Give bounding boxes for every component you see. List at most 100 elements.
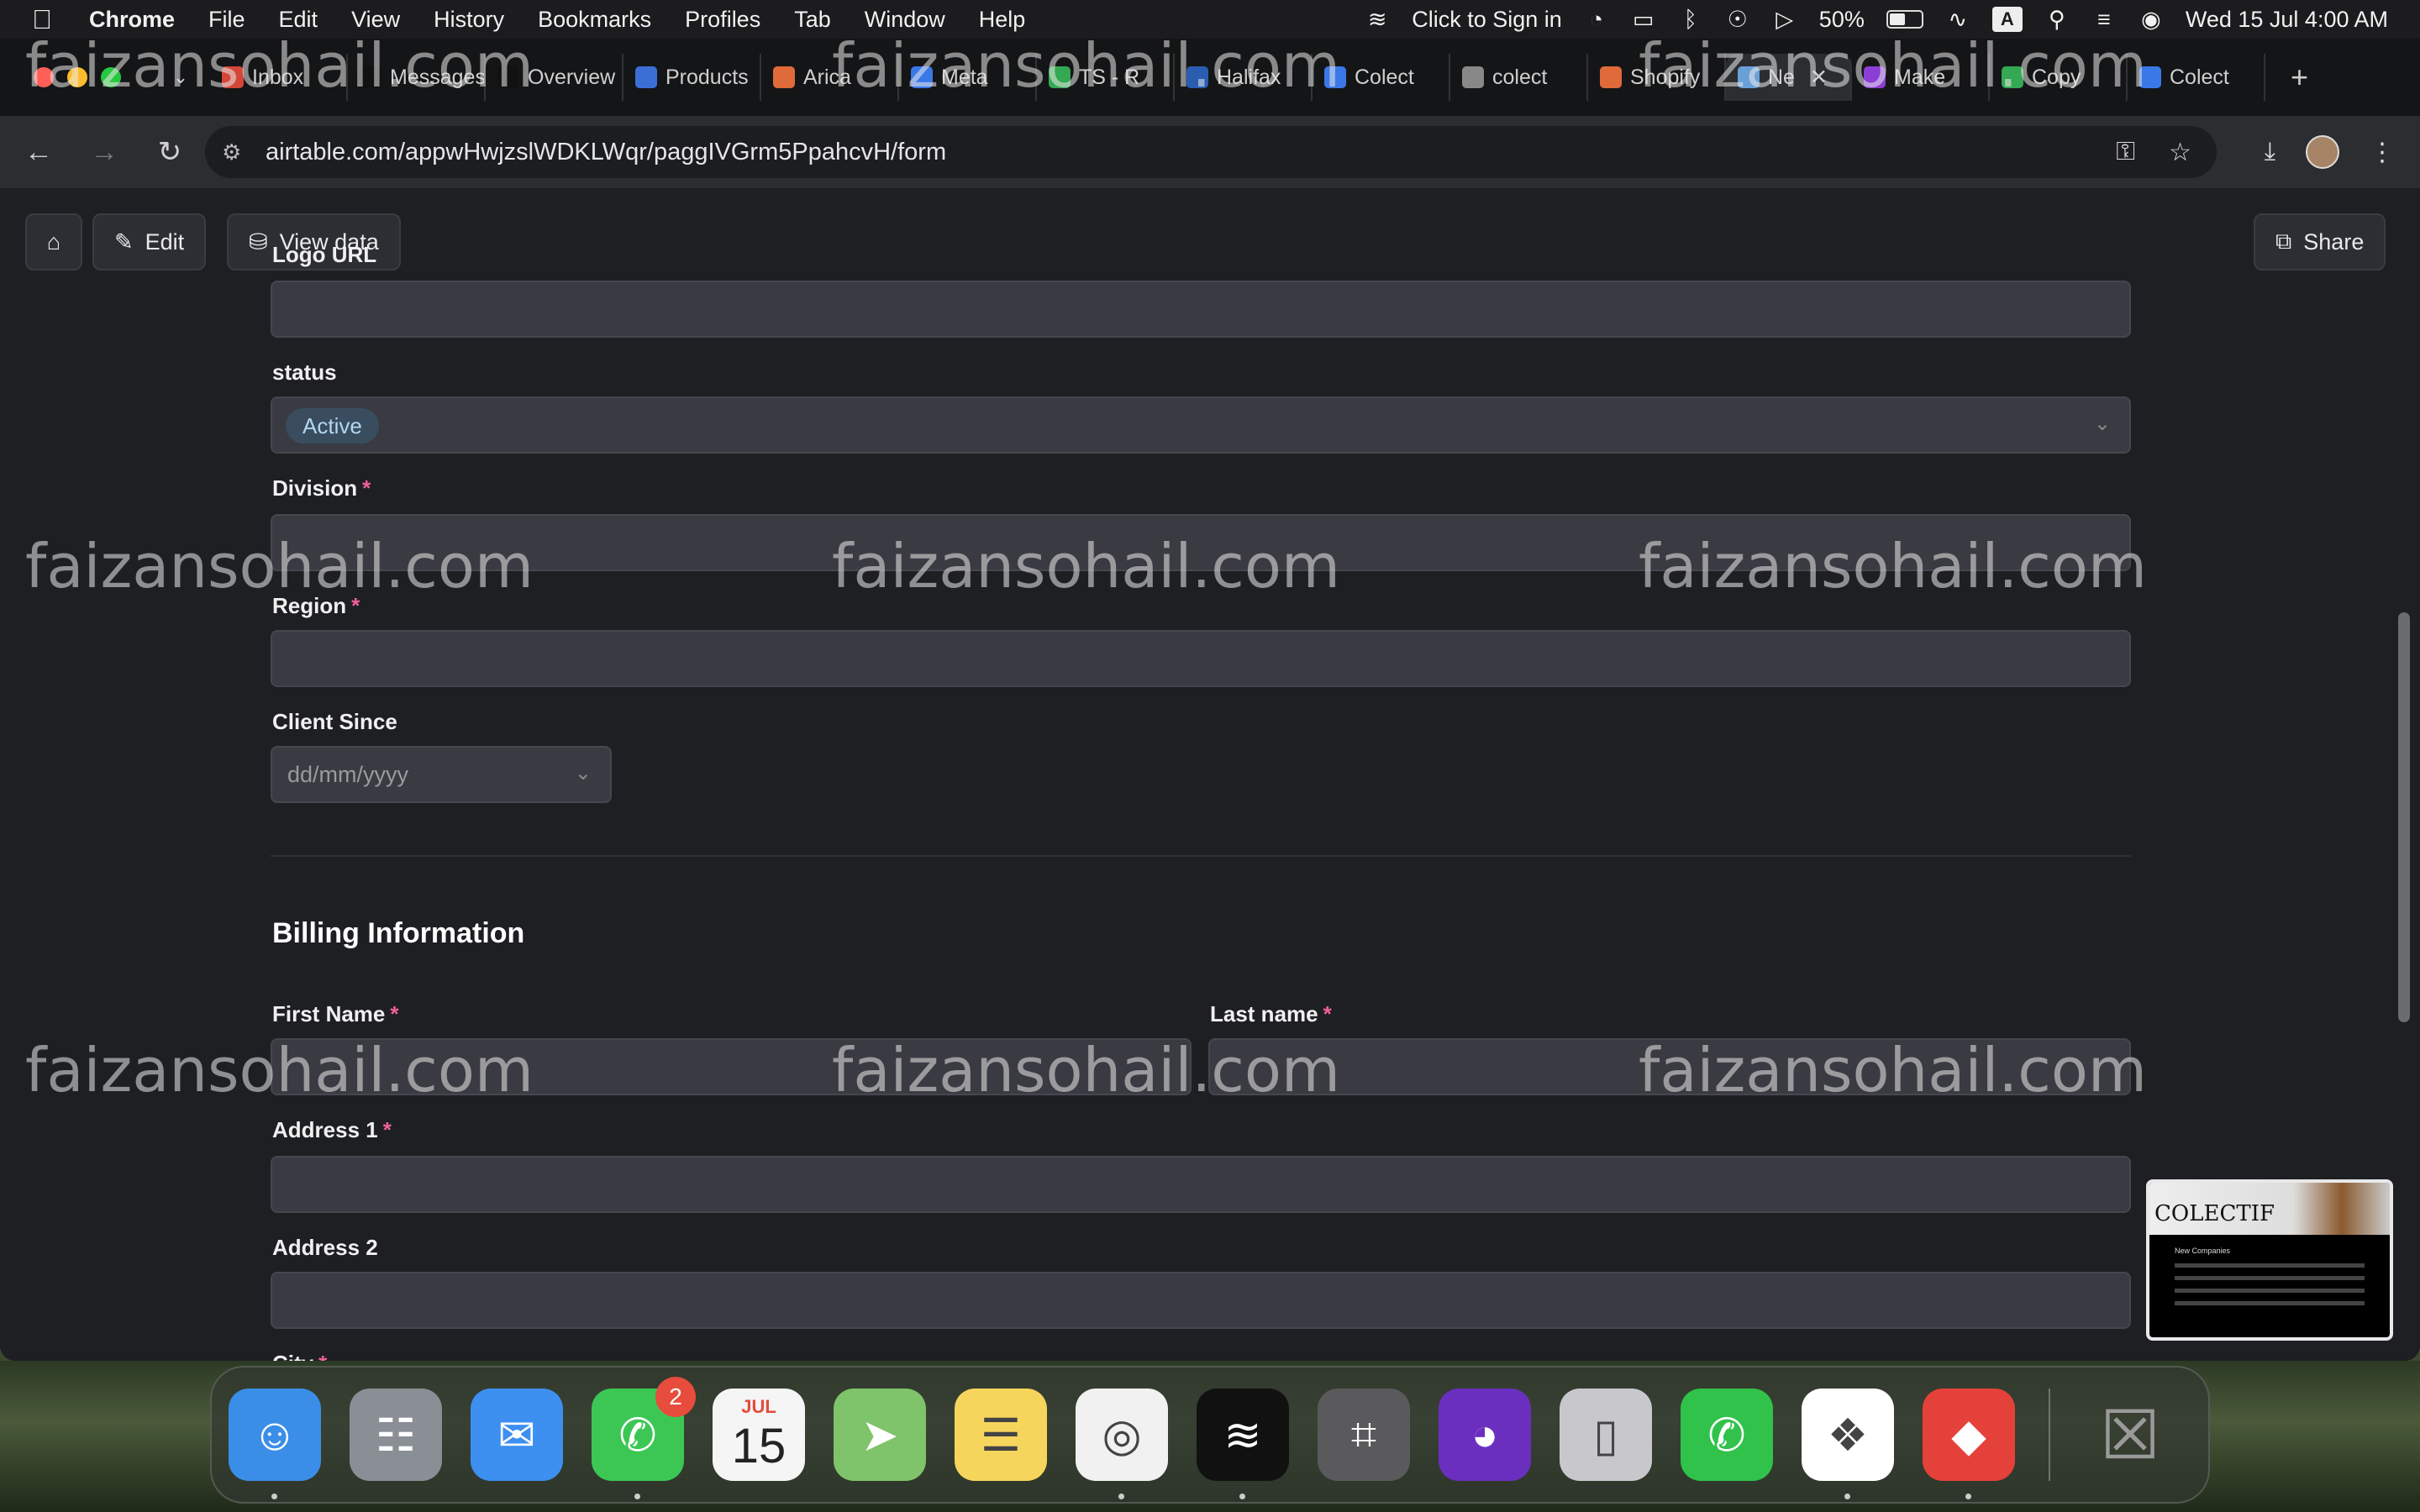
- screenshot-thumbnail[interactable]: COLECTIF New Companies: [2146, 1179, 2393, 1341]
- home-button[interactable]: ⌂: [25, 213, 82, 270]
- new-tab-plus-icon[interactable]: +: [2291, 60, 2308, 95]
- tab-title: Meta: [941, 65, 988, 89]
- dock-launchpad-icon[interactable]: ☷: [350, 1389, 442, 1481]
- dock-finder-icon[interactable]: ☺: [229, 1389, 321, 1499]
- browser-tab[interactable]: Overview: [486, 54, 623, 101]
- dock-trash-icon[interactable]: ☒: [2084, 1389, 2176, 1481]
- first-name-input[interactable]: [271, 1038, 1192, 1095]
- tab-favicon-icon: [497, 66, 519, 88]
- display-icon[interactable]: ▭: [1631, 7, 1656, 32]
- profile-avatar[interactable]: [2306, 135, 2339, 169]
- spotlight-search-icon[interactable]: ⚲: [2044, 7, 2070, 32]
- browser-tab[interactable]: TS - R: [1037, 54, 1175, 101]
- url-text: airtable.com/appwHwjzslWDKLWqr/paggIVGrm…: [266, 138, 947, 165]
- close-window-button[interactable]: [34, 67, 54, 87]
- edit-button[interactable]: ✎ Edit: [92, 213, 207, 270]
- tab-favicon-icon: [2002, 66, 2023, 88]
- menu-history[interactable]: History: [417, 7, 521, 33]
- region-input[interactable]: [271, 630, 2131, 687]
- share-button[interactable]: ⧉ Share: [2254, 213, 2386, 270]
- share-icon: ⧉: [2275, 228, 2292, 254]
- cast-icon[interactable]: ≋: [1365, 7, 1390, 32]
- menu-edit[interactable]: Edit: [262, 7, 335, 33]
- first-name-label-text: First Name: [272, 1001, 386, 1026]
- apple-menu-icon[interactable]: : [0, 4, 72, 35]
- password-key-icon[interactable]: ⚿: [2116, 138, 2135, 166]
- menu-help[interactable]: Help: [962, 7, 1043, 33]
- division-input[interactable]: [271, 514, 2131, 571]
- browser-tab[interactable]: colect: [1450, 54, 1588, 101]
- address1-input[interactable]: [271, 1156, 2131, 1213]
- tab-favicon-icon: [2139, 66, 2161, 88]
- bluetooth-icon[interactable]: ᛒ: [1678, 7, 1703, 32]
- browser-tab[interactable]: Messages: [348, 54, 486, 101]
- accessibility-icon[interactable]: ☉: [1725, 7, 1750, 32]
- dock-messages-icon[interactable]: ✆ 2: [592, 1377, 696, 1499]
- required-asterisk: *: [1323, 1001, 1332, 1026]
- minimize-window-button[interactable]: [67, 67, 87, 87]
- play-icon[interactable]: ▷: [1772, 7, 1797, 32]
- tab-search-chevron-icon[interactable]: ⌄: [160, 56, 202, 98]
- browser-tab[interactable]: Inbox: [210, 54, 348, 101]
- dock-iphone-mirroring-icon[interactable]: ▯: [1560, 1389, 1652, 1481]
- dock-firefox-icon[interactable]: ◕: [1439, 1389, 1531, 1481]
- browser-tab[interactable]: Arica: [761, 54, 899, 101]
- status-select[interactable]: Active ⌄: [271, 396, 2131, 454]
- menu-tab[interactable]: Tab: [777, 7, 848, 33]
- download-icon[interactable]: ⤓: [2265, 138, 2275, 166]
- zoom-window-button[interactable]: [101, 67, 121, 87]
- first-name-label: First Name *: [272, 1001, 399, 1027]
- dock-slack-icon[interactable]: ❖: [1802, 1389, 1894, 1499]
- wifi-icon[interactable]: ∿: [1945, 7, 1970, 32]
- dock-separator: [2049, 1389, 2050, 1481]
- menu-chrome[interactable]: Chrome: [72, 7, 192, 33]
- browser-tab[interactable]: Colect: [1313, 54, 1450, 101]
- dock-calculator-icon[interactable]: ⌗: [1318, 1389, 1410, 1481]
- clock-app-icon[interactable]: ◔: [1584, 7, 1609, 32]
- browser-tab[interactable]: Shopify: [1588, 54, 1726, 101]
- menubar-datetime[interactable]: Wed 15 Jul 4:00 AM: [2186, 7, 2388, 33]
- dock-spotify-icon[interactable]: ≋: [1197, 1389, 1289, 1499]
- dock-notes-icon[interactable]: ☰: [955, 1389, 1047, 1481]
- close-tab-icon[interactable]: ✕: [1810, 65, 1828, 90]
- menu-view[interactable]: View: [334, 7, 417, 33]
- running-indicator: [634, 1494, 640, 1499]
- dock-whatsapp-icon[interactable]: ✆: [1681, 1389, 1773, 1481]
- input-source-icon[interactable]: A: [1991, 7, 2023, 32]
- browser-tab[interactable]: Meta: [899, 54, 1037, 101]
- page-scrollbar[interactable]: [2398, 612, 2410, 1022]
- last-name-input[interactable]: [1208, 1038, 2131, 1095]
- dock-maps-icon[interactable]: ➤: [834, 1389, 926, 1481]
- sign-in-status[interactable]: Click to Sign in: [1412, 7, 1562, 33]
- chrome-menu-icon[interactable]: ⋮: [2370, 138, 2395, 167]
- back-arrow-icon[interactable]: ←: [12, 125, 66, 179]
- browser-tab[interactable]: Make: [1852, 54, 1990, 101]
- dock-chrome-icon[interactable]: ◎: [1076, 1389, 1168, 1499]
- reload-icon[interactable]: ↻: [143, 125, 197, 179]
- address-bar[interactable]: ⚙ airtable.com/appwHwjzslWDKLWqr/paggIVG…: [205, 126, 2217, 178]
- browser-tab[interactable]: Products: [623, 54, 761, 101]
- address2-input[interactable]: [271, 1272, 2131, 1329]
- browser-tab[interactable]: Copy: [1990, 54, 2128, 101]
- site-info-icon[interactable]: ⚙: [222, 139, 247, 165]
- browser-tab[interactable]: Halifax: [1175, 54, 1313, 101]
- client-since-date-input[interactable]: dd/mm/yyyy ⌄: [271, 746, 612, 803]
- control-center-icon[interactable]: ≡: [2091, 7, 2117, 32]
- browser-tab[interactable]: Ne ✕: [1726, 54, 1852, 101]
- required-asterisk: *: [351, 593, 360, 618]
- browser-tab[interactable]: Colect: [2128, 54, 2265, 101]
- dock-calendar-icon[interactable]: JUL 15: [713, 1389, 805, 1481]
- chevron-down-icon: ⌄: [2093, 412, 2111, 435]
- menu-bookmarks[interactable]: Bookmarks: [521, 7, 668, 33]
- tab-favicon-icon: [1738, 66, 1760, 88]
- dock-mail-icon[interactable]: ✉: [471, 1389, 563, 1481]
- siri-icon[interactable]: ◉: [2139, 7, 2164, 32]
- menu-window[interactable]: Window: [848, 7, 962, 33]
- menu-file[interactable]: File: [192, 7, 262, 33]
- battery-icon[interactable]: [1886, 10, 1923, 29]
- menu-profiles[interactable]: Profiles: [668, 7, 777, 33]
- forward-arrow-icon[interactable]: →: [77, 125, 131, 179]
- bookmark-star-icon[interactable]: ☆: [2169, 138, 2191, 167]
- logo-url-input[interactable]: [271, 281, 2131, 338]
- dock-anydesk-icon[interactable]: ◆: [1923, 1389, 2015, 1499]
